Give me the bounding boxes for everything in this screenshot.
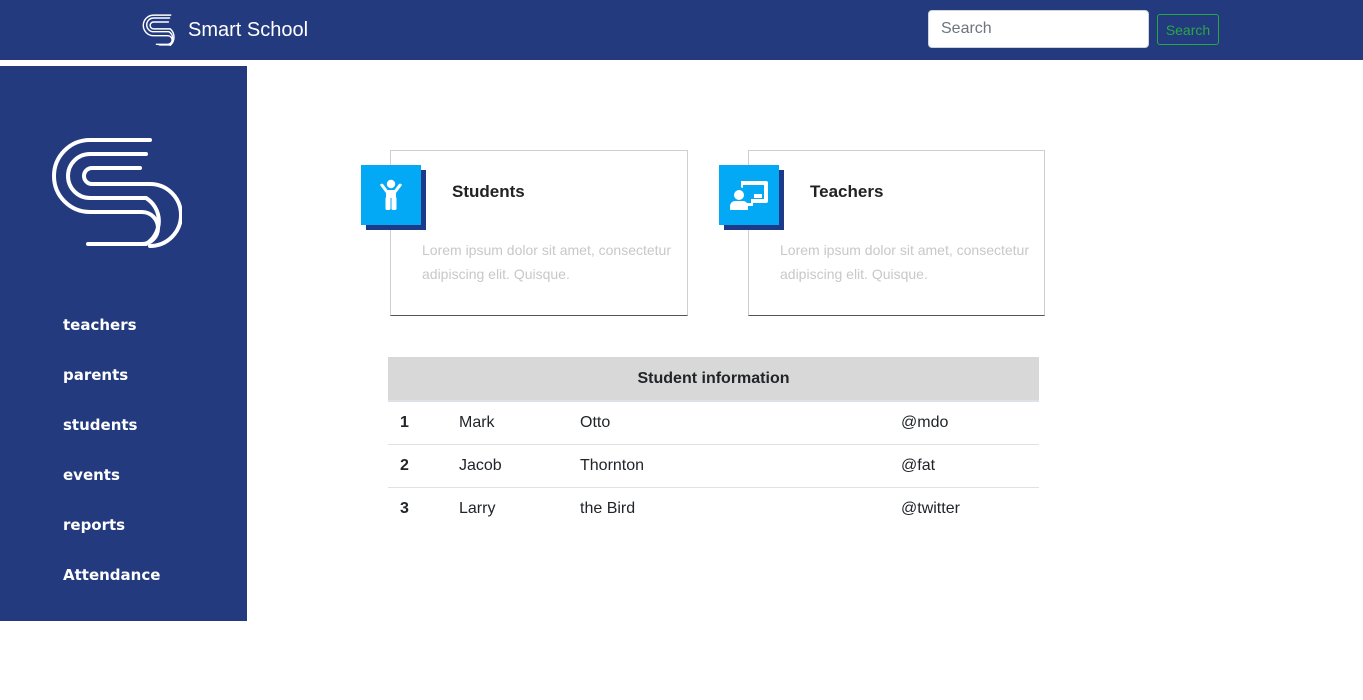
handle-cell: @twitter	[901, 499, 960, 517]
sidebar-link-parents[interactable]: parents	[63, 364, 160, 386]
table-caption: Student information	[388, 357, 1039, 402]
sidebar-item-reports: reports	[63, 514, 160, 564]
last-name-cell: the Bird	[580, 499, 636, 517]
sidebar-item-attendance: Attendance	[63, 564, 160, 614]
table-row: 2 Jacob Thornton @fat	[388, 444, 1039, 488]
sidebar-link-events[interactable]: events	[63, 464, 160, 486]
search-button[interactable]: Search	[1157, 14, 1219, 45]
row-number: 3	[400, 499, 409, 517]
sidebar-nav: teachers parents students events reports…	[63, 314, 160, 614]
sidebar-link-attendance[interactable]: Attendance	[63, 564, 160, 586]
row-number: 2	[388, 444, 448, 488]
first-name-cell: Jacob	[448, 444, 569, 488]
students-card[interactable]: Students Lorem ipsum dolor sit amet, con…	[361, 150, 688, 316]
sidebar-link-teachers[interactable]: teachers	[63, 314, 160, 336]
chalkboard-teacher-icon	[719, 165, 779, 225]
first-name-cell: Larry	[459, 499, 496, 517]
teachers-card[interactable]: Teachers Lorem ipsum dolor sit amet, con…	[719, 150, 1045, 316]
sidebar-item-teachers: teachers	[63, 314, 160, 364]
sidebar-item-parents: parents	[63, 364, 160, 414]
sidebar-link-reports[interactable]: reports	[63, 514, 160, 536]
table-row: 3 Larry the Bird @twitter	[388, 487, 1039, 530]
sidebar: teachers parents students events reports…	[0, 66, 247, 621]
student-information-table: Student information 1 Mark Otto @mdo 2 J…	[388, 357, 1039, 530]
sidebar-item-events: events	[63, 464, 160, 514]
child-icon	[361, 165, 421, 225]
first-name-cell: Mark	[448, 401, 569, 445]
row-number: 1	[388, 401, 448, 445]
card-description: Lorem ipsum dolor sit amet, consectetur …	[780, 242, 1029, 282]
last-name-cell: Otto	[569, 401, 889, 445]
card-description: Lorem ipsum dolor sit amet, consectetur …	[422, 242, 671, 282]
smart-school-logo-icon	[52, 138, 182, 248]
sidebar-link-students[interactable]: students	[63, 414, 160, 436]
brand-name: Smart School	[188, 18, 309, 41]
brand-link[interactable]: Smart School	[142, 12, 308, 48]
table-row: 1 Mark Otto @mdo	[388, 401, 1039, 445]
handle-cell: @fat	[889, 444, 1039, 488]
smart-school-logo-icon	[142, 14, 175, 46]
card-title: Students	[452, 182, 525, 201]
last-name-cell: Thornton	[569, 444, 889, 488]
sidebar-item-students: students	[63, 414, 160, 464]
card-title: Teachers	[810, 182, 884, 201]
search-input[interactable]	[928, 10, 1149, 48]
table-header-row: Student information	[388, 357, 1039, 402]
handle-cell: @mdo	[889, 401, 1039, 445]
top-navbar: Smart School Search	[0, 0, 1363, 60]
